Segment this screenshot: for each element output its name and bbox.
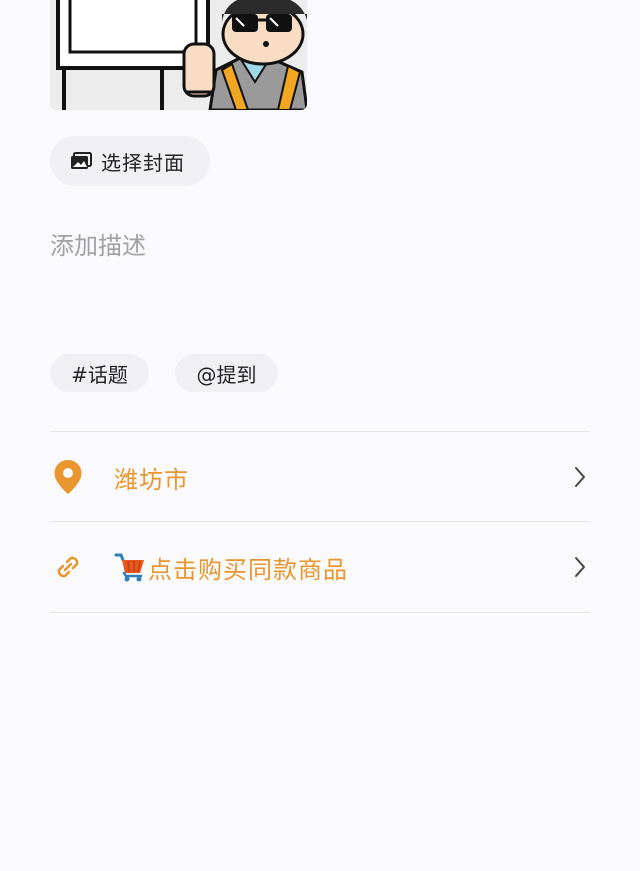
mention-chip[interactable]: @提到 [175, 354, 278, 392]
choose-cover-label: 选择封面 [101, 150, 185, 175]
cover-preview-image[interactable] [50, 0, 307, 110]
link-icon [50, 549, 86, 585]
chevron-right-icon [570, 555, 590, 579]
topic-chip[interactable]: #话题 [50, 354, 149, 392]
location-pin-icon [50, 459, 86, 495]
product-link-row[interactable]: 点击购买同款商品 [50, 522, 590, 612]
product-link-label: 点击购买同款商品 [148, 555, 348, 584]
image-icon [70, 152, 92, 170]
chevron-right-icon [570, 465, 590, 489]
topic-chip-label: #话题 [71, 362, 128, 387]
choose-cover-button[interactable]: 选择封面 [50, 136, 210, 186]
location-row[interactable]: 潍坊市 [50, 432, 590, 522]
cover-illustration [50, 0, 307, 110]
cart-icon [114, 552, 146, 582]
location-label: 潍坊市 [114, 465, 189, 494]
mention-chip-label: @提到 [196, 362, 257, 387]
description-input[interactable] [50, 226, 590, 266]
product-link-text: 点击购买同款商品 [114, 550, 570, 585]
divider [50, 612, 590, 613]
